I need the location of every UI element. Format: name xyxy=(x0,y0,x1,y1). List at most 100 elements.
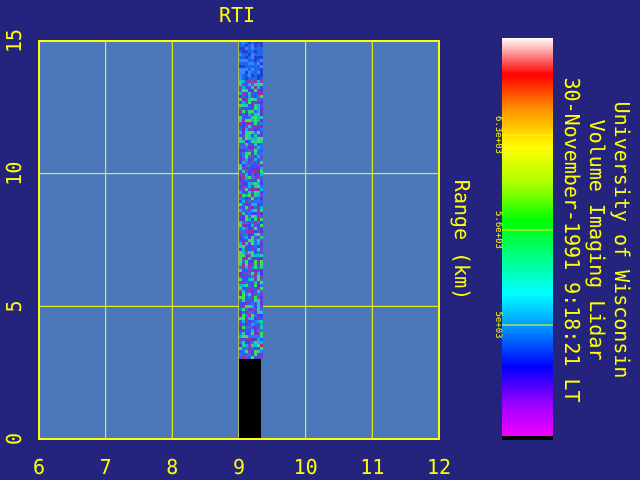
data-cell xyxy=(251,95,254,98)
data-cell xyxy=(248,254,251,257)
data-cell xyxy=(257,335,260,338)
data-cell xyxy=(248,311,251,314)
data-cell xyxy=(242,53,245,56)
data-cell xyxy=(251,68,254,71)
data-cell xyxy=(242,326,245,329)
data-cell xyxy=(251,140,254,143)
data-cell xyxy=(251,134,254,137)
data-cell xyxy=(248,131,251,134)
data-cell xyxy=(260,119,263,122)
data-cell xyxy=(239,191,242,194)
data-cell xyxy=(245,200,248,203)
data-cell xyxy=(248,275,251,278)
data-cell xyxy=(239,197,242,200)
data-cell xyxy=(260,182,263,185)
data-cell xyxy=(245,65,248,68)
data-cell xyxy=(248,89,251,92)
data-cell xyxy=(245,284,248,287)
data-cell xyxy=(242,77,245,80)
y-tick-label: 10 xyxy=(2,162,26,186)
data-cell xyxy=(242,149,245,152)
data-cell xyxy=(254,56,257,59)
data-cell xyxy=(239,221,242,224)
data-cell xyxy=(251,59,254,62)
data-cell xyxy=(251,188,254,191)
data-cell xyxy=(239,155,242,158)
data-cell xyxy=(242,209,245,212)
data-cell xyxy=(254,266,257,269)
data-cell xyxy=(257,200,260,203)
data-cell xyxy=(248,209,251,212)
rti-chart: 6 7 8 9 10 11 12 0 5 10 15 RTI Range (km) 6.3e+03… xyxy=(2,3,634,479)
data-cell xyxy=(260,104,263,107)
data-cell xyxy=(248,251,251,254)
colorbar-bottom-band xyxy=(502,436,553,440)
institution-annotation: University of Wisconsin xyxy=(610,102,634,379)
data-cell xyxy=(242,89,245,92)
data-cell xyxy=(239,125,242,128)
data-cell xyxy=(257,218,260,221)
data-cell xyxy=(239,278,242,281)
data-cell xyxy=(260,77,263,80)
data-cell xyxy=(239,263,242,266)
data-cell xyxy=(242,257,245,260)
data-cell xyxy=(257,221,260,224)
data-cell xyxy=(245,134,248,137)
data-cell xyxy=(254,53,257,56)
data-cell xyxy=(257,179,260,182)
data-cell xyxy=(248,293,251,296)
data-cell xyxy=(248,161,251,164)
data-cell xyxy=(248,80,251,83)
data-cell xyxy=(248,95,251,98)
data-cell xyxy=(257,308,260,311)
data-cell xyxy=(248,86,251,89)
data-cell xyxy=(245,155,248,158)
data-cell xyxy=(242,278,245,281)
data-cell xyxy=(260,293,263,296)
data-cell xyxy=(254,314,257,317)
data-cell xyxy=(239,302,242,305)
data-cell xyxy=(257,50,260,53)
data-cell xyxy=(257,350,260,353)
data-cell xyxy=(242,347,245,350)
data-cell xyxy=(257,347,260,350)
data-cell xyxy=(248,257,251,260)
data-cell xyxy=(251,125,254,128)
data-cell xyxy=(257,257,260,260)
data-cell xyxy=(239,188,242,191)
data-cell xyxy=(251,119,254,122)
data-cell xyxy=(257,197,260,200)
data-cell xyxy=(242,86,245,89)
data-cell xyxy=(242,260,245,263)
data-cell xyxy=(257,260,260,263)
data-cell xyxy=(254,236,257,239)
data-cell xyxy=(251,341,254,344)
data-cell xyxy=(242,194,245,197)
data-cell xyxy=(254,98,257,101)
data-cell xyxy=(242,179,245,182)
data-cell xyxy=(254,95,257,98)
data-cell xyxy=(251,299,254,302)
data-cell xyxy=(245,278,248,281)
data-cell xyxy=(251,278,254,281)
data-cell xyxy=(251,266,254,269)
data-cell xyxy=(242,356,245,359)
data-cell xyxy=(254,317,257,320)
data-cell xyxy=(248,353,251,356)
data-cell xyxy=(260,101,263,104)
data-cell xyxy=(245,296,248,299)
data-cell xyxy=(260,188,263,191)
data-cell xyxy=(251,260,254,263)
data-cell xyxy=(245,260,248,263)
data-cell xyxy=(245,308,248,311)
data-cell xyxy=(251,239,254,242)
data-cell xyxy=(248,83,251,86)
data-cell xyxy=(242,185,245,188)
data-cell xyxy=(242,116,245,119)
data-cell xyxy=(242,140,245,143)
data-cell xyxy=(248,242,251,245)
data-cell xyxy=(239,326,242,329)
data-cell xyxy=(242,341,245,344)
data-cell xyxy=(239,176,242,179)
data-cell xyxy=(260,209,263,212)
